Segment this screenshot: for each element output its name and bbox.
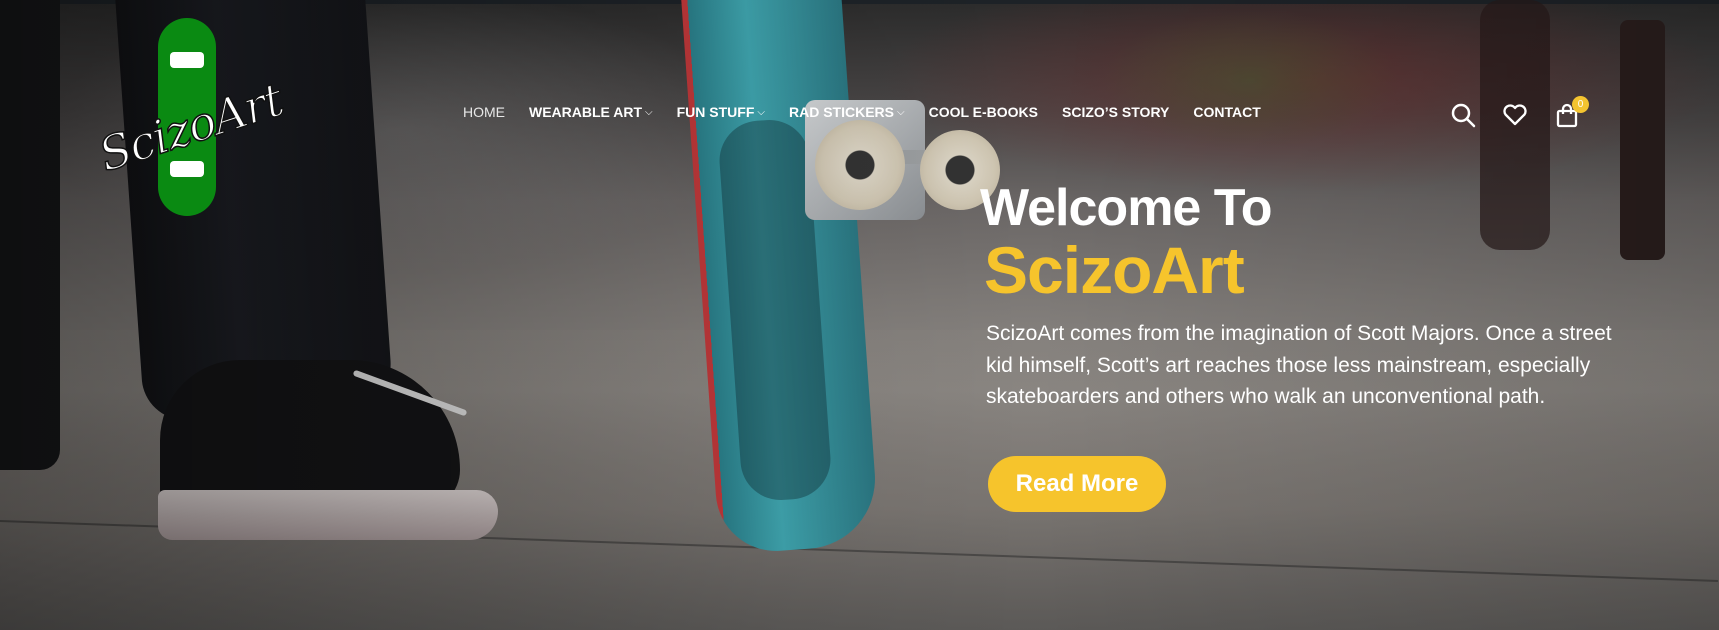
nav-item-label: FUN STUFF	[676, 104, 755, 120]
site-logo[interactable]: ScizoArt	[92, 18, 290, 218]
logo-truck-icon	[170, 161, 204, 177]
logo-truck-icon	[170, 52, 204, 68]
nav-item-label: CONTACT	[1193, 104, 1261, 120]
nav-item-label: SCIZO’S STORY	[1062, 104, 1170, 120]
shopping-bag-icon[interactable]: 0	[1554, 96, 1589, 128]
nav-item-fun-stuff[interactable]: FUN STUFF ⌵	[677, 104, 765, 120]
hero-welcome-heading: Welcome To	[980, 179, 1272, 237]
hero-brand-heading: ScizoArt	[984, 233, 1245, 307]
chevron-down-icon: ⌵	[757, 106, 765, 118]
header-icons: 0	[1450, 96, 1589, 128]
chevron-down-icon: ⌵	[897, 106, 905, 118]
nav-item-scizos-story[interactable]: SCIZO’S STORY	[1062, 104, 1169, 120]
nav-item-cool-e-books[interactable]: COOL E-BOOKS	[929, 104, 1038, 120]
read-more-button[interactable]: Read More	[988, 456, 1166, 512]
hero-description: ScizoArt comes from the imagination of S…	[986, 322, 1612, 408]
nav-item-rad-stickers[interactable]: RAD STICKERS ⌵	[789, 104, 905, 120]
heart-icon[interactable]	[1502, 102, 1528, 128]
chevron-down-icon: ⌵	[645, 106, 653, 118]
hero-banner: ScizoArt HOME WEARABLE ART ⌵ FUN STUFF ⌵…	[0, 0, 1719, 630]
main-nav: HOME WEARABLE ART ⌵ FUN STUFF ⌵ RAD STIC…	[463, 104, 1285, 120]
nav-item-contact[interactable]: CONTACT	[1193, 104, 1260, 120]
search-icon[interactable]	[1450, 102, 1476, 128]
nav-item-label: WEARABLE ART	[529, 104, 643, 120]
nav-item-label: COOL E-BOOKS	[928, 104, 1039, 120]
nav-item-label: HOME	[463, 104, 505, 120]
cart-count-badge: 0	[1572, 96, 1589, 113]
nav-item-wearable-art[interactable]: WEARABLE ART ⌵	[529, 104, 653, 120]
nav-item-label: RAD STICKERS	[788, 104, 894, 120]
nav-item-home[interactable]: HOME	[463, 104, 505, 120]
